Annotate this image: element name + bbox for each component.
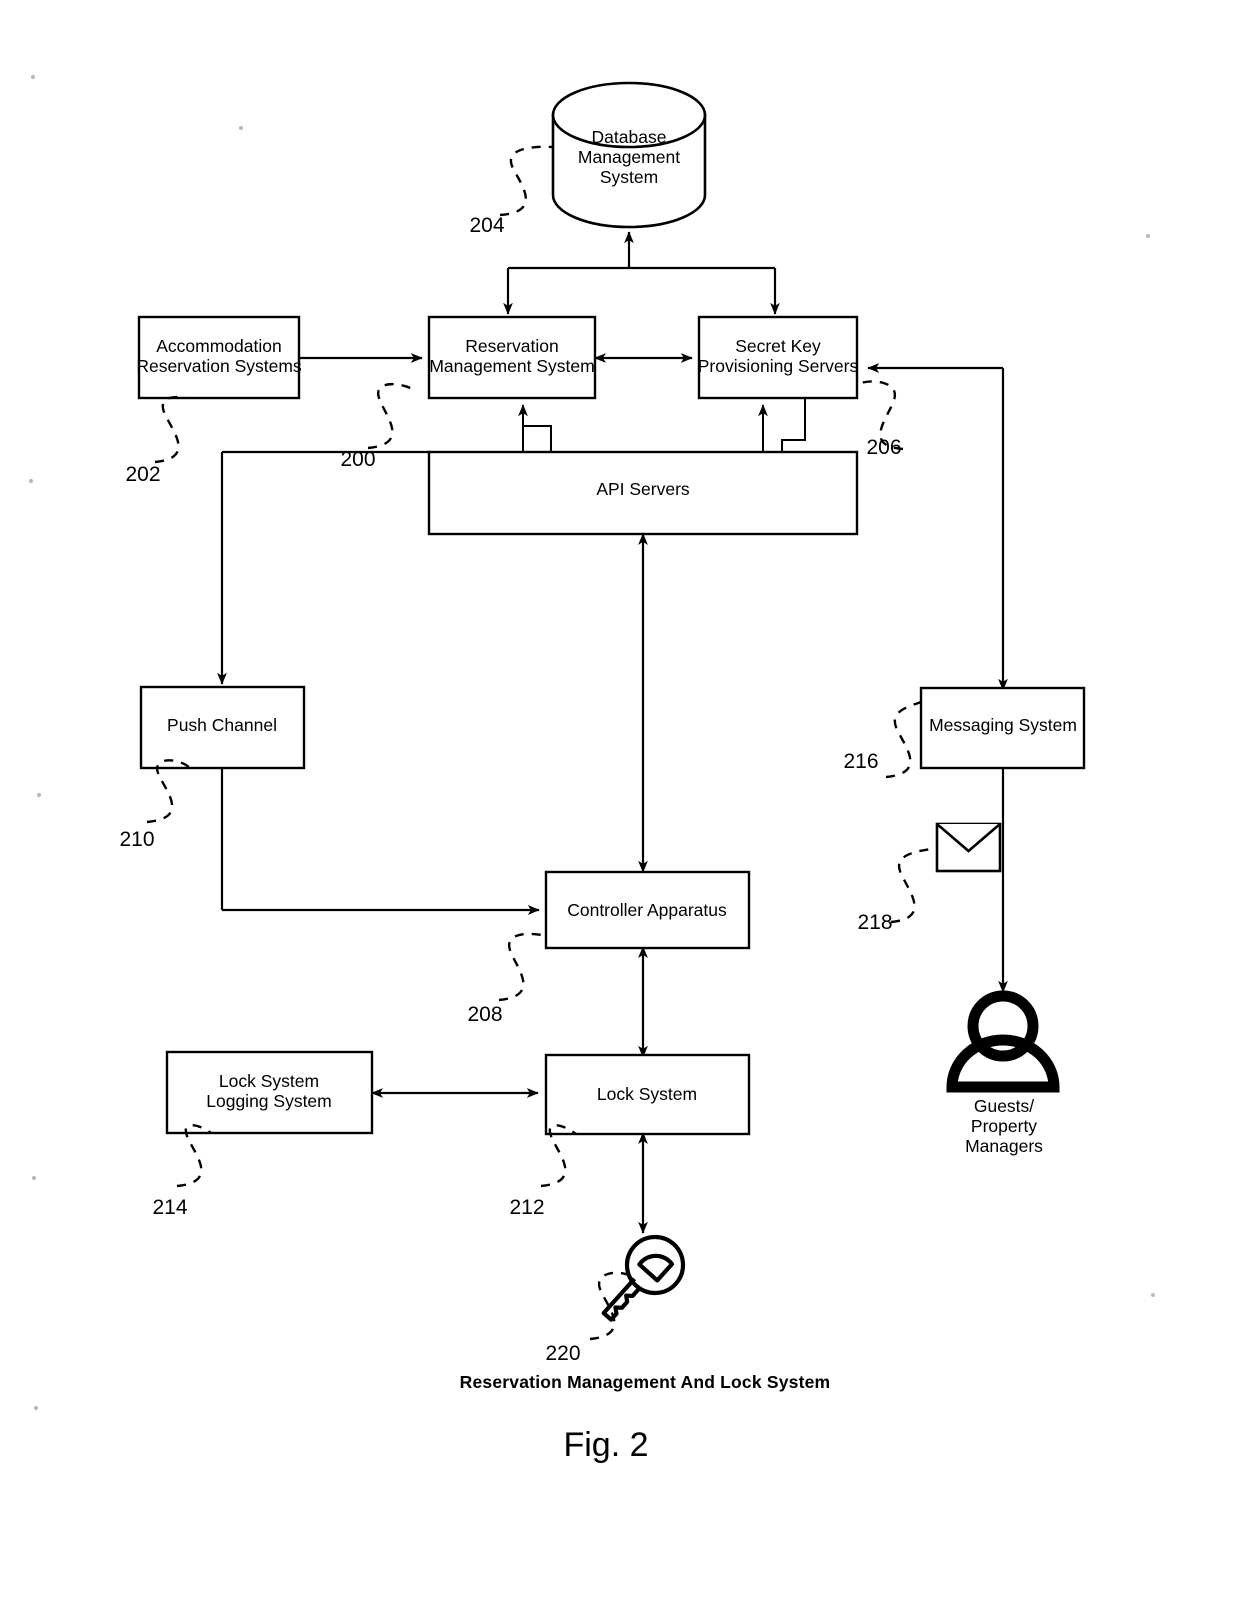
leader-210 bbox=[146, 759, 191, 824]
node-secret-key-provisioning-servers: Secret Key Provisioning Servers bbox=[698, 315, 859, 400]
node-messaging-system: Messaging System bbox=[919, 686, 1086, 770]
edge-push-channel-to-controller bbox=[220, 768, 540, 915]
reservation-label-line2: Management System bbox=[429, 356, 594, 376]
node-database-management-system: Database Management System bbox=[551, 81, 707, 229]
edge-rail-to-messaging bbox=[867, 363, 1008, 691]
node-api-servers: API Servers bbox=[427, 450, 859, 536]
node-controller-apparatus: Controller Apparatus bbox=[544, 870, 751, 950]
leader-204 bbox=[499, 145, 554, 217]
figure-label: Fig. 2 bbox=[563, 1426, 648, 1464]
person-icon bbox=[946, 990, 1060, 1093]
ref-206: 206 bbox=[866, 436, 901, 459]
ref-216: 216 bbox=[843, 750, 878, 773]
guests-label-line2: Property bbox=[971, 1116, 1037, 1136]
guests-label-line3: Managers bbox=[965, 1136, 1043, 1156]
node-lock-system: Lock System bbox=[544, 1053, 751, 1136]
node-push-channel: Push Channel bbox=[139, 685, 306, 770]
node-accommodation-reservation-systems: Accommodation Reservation Systems bbox=[136, 315, 302, 400]
leader-200 bbox=[367, 383, 415, 450]
accommodation-label-line1: Accommodation bbox=[156, 336, 281, 356]
edge-bus-to-dbms bbox=[503, 231, 780, 315]
ref-212: 212 bbox=[509, 1196, 544, 1219]
messaging-system-label: Messaging System bbox=[929, 715, 1077, 735]
ref-210: 210 bbox=[119, 828, 154, 851]
ref-200: 200 bbox=[340, 448, 375, 471]
leader-208 bbox=[498, 932, 547, 1002]
reservation-label-line1: Reservation bbox=[465, 336, 558, 356]
leader-216 bbox=[885, 700, 922, 779]
leader-202 bbox=[154, 395, 187, 464]
leader-218 bbox=[890, 846, 938, 924]
push-channel-label: Push Channel bbox=[167, 715, 277, 735]
dbms-label-line2: Management bbox=[578, 147, 680, 167]
patent-figure-page: Database Management System Accommodation… bbox=[0, 0, 1240, 1619]
figure-caption: Reservation Management And Lock System bbox=[460, 1372, 831, 1392]
guests-label-line1: Guests/ bbox=[974, 1096, 1034, 1116]
lock-logging-label-line1: Lock System bbox=[219, 1071, 319, 1091]
node-lock-system-logging-system: Lock System Logging System bbox=[165, 1050, 374, 1135]
key-icon bbox=[601, 1234, 686, 1322]
lock-system-label: Lock System bbox=[597, 1084, 697, 1104]
ref-214: 214 bbox=[152, 1196, 187, 1219]
diagram-canvas: Database Management System Accommodation… bbox=[28, 74, 1155, 1464]
ref-204: 204 bbox=[469, 214, 504, 237]
secretkey-label-line2: Provisioning Servers bbox=[698, 356, 859, 376]
accommodation-label-line2: Reservation Systems bbox=[136, 356, 302, 376]
leader-214 bbox=[176, 1123, 212, 1188]
lock-logging-label-line2: Logging System bbox=[206, 1091, 332, 1111]
ref-218: 218 bbox=[857, 911, 892, 934]
api-servers-label: API Servers bbox=[596, 479, 690, 499]
envelope-icon bbox=[935, 822, 1002, 873]
ref-220: 220 bbox=[545, 1342, 580, 1365]
dbms-label-line3: System bbox=[600, 167, 658, 187]
ref-202: 202 bbox=[125, 463, 160, 486]
ref-208: 208 bbox=[467, 1003, 502, 1026]
node-reservation-management-system: Reservation Management System bbox=[427, 315, 597, 400]
guests-property-managers-label: Guests/ Property Managers bbox=[965, 1096, 1043, 1156]
dbms-label-line1: Database bbox=[592, 127, 667, 147]
secretkey-label-line1: Secret Key bbox=[735, 336, 821, 356]
controller-label: Controller Apparatus bbox=[567, 900, 727, 920]
edge-api-to-push-channel bbox=[217, 450, 430, 685]
